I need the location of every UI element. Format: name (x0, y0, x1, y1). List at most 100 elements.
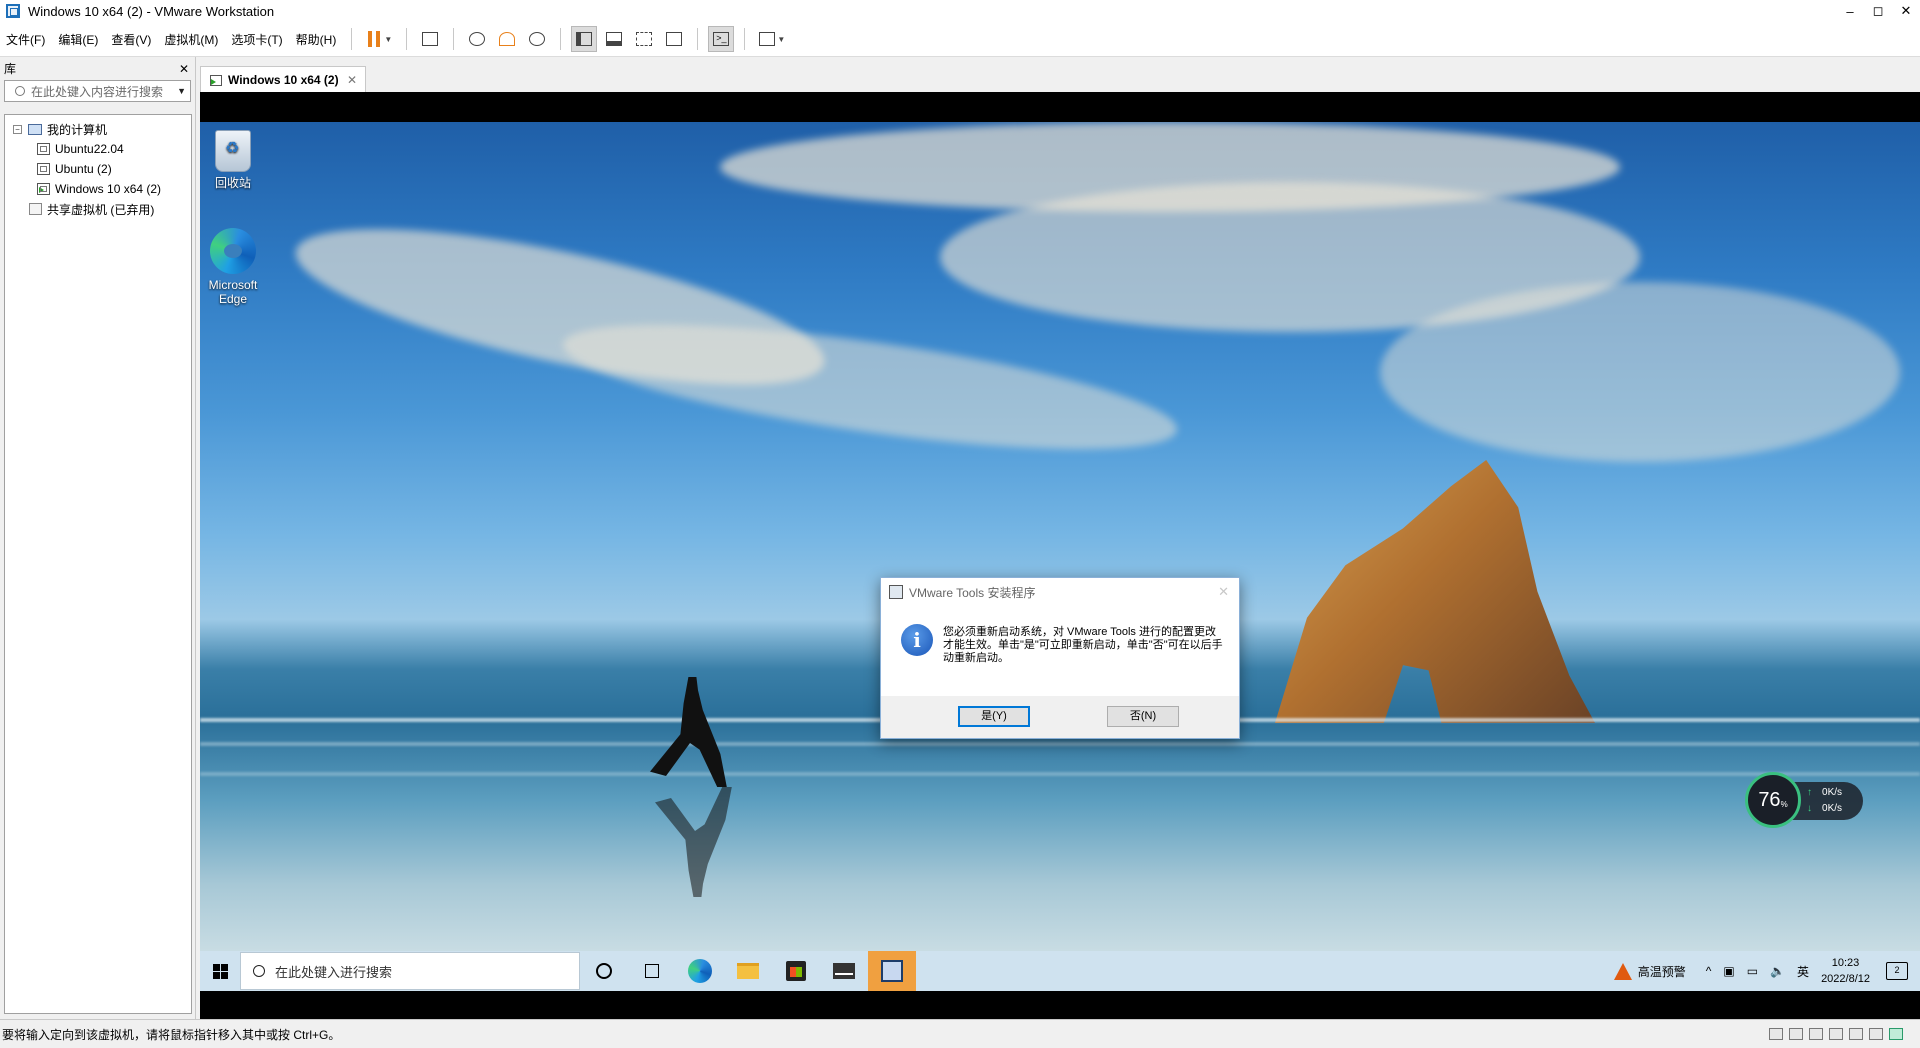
chevron-down-icon[interactable]: ▼ (384, 35, 392, 44)
message-icon[interactable] (1889, 1028, 1903, 1040)
tree-item-my-computer[interactable]: − 我的计算机 (5, 119, 191, 139)
send-ctrl-alt-del-icon (422, 32, 439, 46)
minimize-button[interactable]: – (1836, 4, 1864, 19)
dialog-body: i 您必须重新启动系统，对 VMware Tools 进行的配置更改才能生效。单… (881, 606, 1239, 696)
yes-button[interactable]: 是(Y) (958, 706, 1030, 727)
tree-item-label: Windows 10 x64 (2) (55, 182, 162, 196)
wallpaper-cloud (1380, 282, 1900, 462)
tree-item-label: 我的计算机 (47, 122, 108, 137)
tree-item-label: Ubuntu (2) (55, 162, 112, 176)
tree-item-vm[interactable]: Ubuntu22.04 (5, 139, 191, 159)
start-button[interactable] (200, 951, 240, 991)
vmware-tools-dialog: VMware Tools 安装程序 ✕ i 您必须重新启动系统，对 VMware… (880, 577, 1240, 739)
unity-icon (666, 32, 683, 46)
network-speed-widget[interactable]: ↑ 0K/s ↓ 0K/s 76% (1745, 772, 1863, 828)
upload-rate-row: ↑ 0K/s (1807, 785, 1863, 801)
printer-icon[interactable] (1849, 1028, 1863, 1040)
memory-usage-ring: 76% (1745, 772, 1801, 828)
taskbar-clock[interactable]: 10:23 2022/8/12 (1821, 955, 1870, 987)
info-icon: i (901, 624, 933, 656)
tab-windows-10-x64[interactable]: Windows 10 x64 (2) ✕ (200, 66, 366, 93)
warning-icon[interactable] (1613, 962, 1632, 980)
tab-label: Windows 10 x64 (2) (228, 73, 339, 87)
guest-desktop[interactable]: 回收站 Microsoft Edge VMware Tools 安装程序 ✕ i… (200, 122, 1920, 951)
library-search-placeholder: 在此处键入内容进行搜索 (31, 84, 164, 99)
network-adapter-icon[interactable] (1809, 1028, 1823, 1040)
pause-icon (368, 31, 373, 47)
toolbar-divider (453, 28, 455, 50)
desktop-icon-edge[interactable]: Microsoft Edge (200, 228, 266, 306)
network-icon[interactable]: ▭ (1747, 964, 1758, 978)
full-screen-button[interactable] (631, 26, 657, 52)
task-view-icon (645, 964, 659, 978)
thumbnail-bar-button[interactable] (601, 26, 627, 52)
menu-view[interactable]: 查看(V) (105, 31, 158, 48)
dialog-title: VMware Tools 安装程序 (909, 585, 1036, 600)
revert-snapshot-icon (499, 32, 516, 46)
console-view-icon: >_ (713, 32, 730, 46)
tree-item-vm-active[interactable]: Windows 10 x64 (2) (5, 179, 191, 199)
stretch-button[interactable]: ▼ (755, 26, 789, 52)
vm-console[interactable]: 回收站 Microsoft Edge VMware Tools 安装程序 ✕ i… (200, 92, 1920, 1019)
library-view-button[interactable] (571, 26, 598, 52)
hard-disk-icon[interactable] (1769, 1028, 1783, 1040)
menu-vm[interactable]: 虚拟机(M) (158, 31, 225, 48)
shared-vms-icon (29, 203, 42, 215)
chevron-down-icon[interactable]: ▼ (177, 86, 186, 96)
ime-indicator[interactable]: 英 (1797, 963, 1809, 980)
usb-icon[interactable] (1829, 1028, 1843, 1040)
snapshot-icon (469, 32, 486, 46)
alert-text[interactable]: 高温预警 (1638, 963, 1686, 980)
stretch-icon (759, 32, 776, 46)
installer-icon (889, 585, 903, 599)
tree-item-vm[interactable]: Ubuntu (2) (5, 159, 191, 179)
vmware-tools-tray-icon[interactable]: ▣ (1723, 964, 1734, 978)
manage-snapshots-button[interactable] (524, 26, 550, 52)
taskbar-vmware-tools-setup[interactable] (868, 951, 916, 991)
library-title: 库 (4, 62, 17, 76)
menu-toolbar: 文件(F) 编辑(E) 查看(V) 虚拟机(M) 选项卡(T) 帮助(H) ▼ … (0, 22, 1920, 57)
library-tree: − 我的计算机 Ubuntu22.04 Ubuntu (2) Windows 1… (4, 114, 192, 1014)
menu-tabs[interactable]: 选项卡(T) (225, 31, 289, 48)
snapshot-button[interactable] (464, 26, 490, 52)
tab-close-icon[interactable]: ✕ (347, 73, 357, 87)
taskbar-search-input[interactable]: 在此处键入进行搜索 (240, 952, 580, 990)
taskbar-edge[interactable] (676, 951, 724, 991)
library-close-icon[interactable]: ✕ (179, 62, 189, 76)
console-view-button[interactable]: >_ (708, 26, 735, 52)
taskbar-file-explorer[interactable] (724, 951, 772, 991)
dialog-close-icon[interactable]: ✕ (1218, 584, 1229, 600)
tree-item-shared[interactable]: 共享虚拟机 (已弃用) (5, 199, 191, 219)
no-button[interactable]: 否(N) (1107, 706, 1179, 727)
chevron-down-icon[interactable]: ▼ (777, 35, 785, 44)
taskbar-mail[interactable] (820, 951, 868, 991)
pause-button[interactable]: ▼ (362, 26, 396, 52)
toolbar-divider (351, 28, 353, 50)
menu-file[interactable]: 文件(F) (0, 31, 52, 48)
task-view-button[interactable] (628, 951, 676, 991)
cortana-button[interactable] (580, 951, 628, 991)
menu-edit[interactable]: 编辑(E) (52, 31, 105, 48)
vmware-app-icon (6, 4, 20, 18)
close-button[interactable]: ✕ (1892, 3, 1920, 19)
running-vm-icon (210, 74, 222, 86)
folder-icon (737, 963, 759, 979)
notification-icon[interactable]: 2 (1886, 962, 1908, 980)
search-icon (253, 965, 265, 977)
tray-chevron-icon[interactable]: ^ (1706, 964, 1712, 978)
dialog-title-bar: VMware Tools 安装程序 ✕ (881, 578, 1239, 606)
sound-icon[interactable] (1869, 1028, 1883, 1040)
collapse-icon[interactable]: − (13, 124, 22, 134)
revert-snapshot-button[interactable] (494, 26, 520, 52)
desktop-icon-recycle-bin[interactable]: 回收站 (200, 130, 266, 190)
library-search-input[interactable]: 在此处键入内容进行搜索 ▼ (4, 80, 191, 102)
taskbar-store[interactable] (772, 951, 820, 991)
edge-browser-icon (210, 228, 256, 274)
clock-date: 2022/8/12 (1821, 973, 1870, 985)
maximize-button[interactable]: ◻ (1864, 3, 1892, 19)
menu-help[interactable]: 帮助(H) (290, 31, 344, 48)
volume-icon[interactable]: 🔈 (1770, 964, 1785, 978)
send-ctrl-alt-del-button[interactable] (417, 26, 443, 52)
cd-dvd-icon[interactable] (1789, 1028, 1803, 1040)
unity-button[interactable] (661, 26, 687, 52)
